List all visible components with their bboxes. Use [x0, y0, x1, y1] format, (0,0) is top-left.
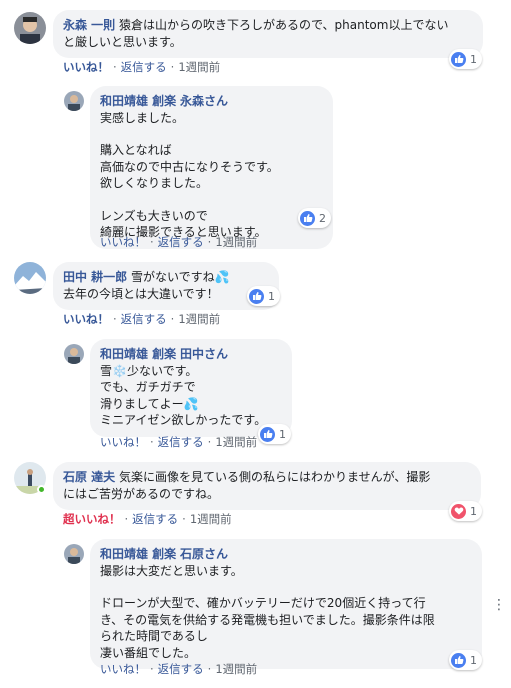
- avatar[interactable]: [14, 12, 46, 44]
- reaction-count: 2: [319, 211, 326, 225]
- heart-icon: [451, 503, 466, 519]
- like-link[interactable]: いいね！: [100, 435, 146, 449]
- reaction-count: 1: [268, 289, 275, 303]
- author-name[interactable]: 永森 一則: [63, 18, 115, 32]
- like-link[interactable]: いいね！: [63, 60, 109, 74]
- timestamp[interactable]: 1週間前: [215, 435, 257, 449]
- comment-text: 凄い番組でした。: [100, 645, 197, 660]
- reply-link[interactable]: 返信する: [121, 312, 167, 326]
- comment-text: 気楽に画像を見ている側の私らにはわかりませんが、撮影: [119, 470, 431, 484]
- reaction-summary[interactable]: 1: [247, 286, 280, 306]
- comment-text: 滑りましてよー💦: [100, 396, 199, 411]
- more-options-icon[interactable]: ⋮: [492, 598, 506, 612]
- reaction-summary[interactable]: 1: [449, 501, 482, 521]
- comment-actions: いいね！ · 返信する · 1週間前: [100, 662, 258, 676]
- comment-text: られた時間であるし: [100, 629, 208, 643]
- comment-actions: いいね！ · 返信する · 1週間前: [100, 235, 258, 249]
- mention[interactable]: 田中さん: [180, 347, 228, 361]
- mention[interactable]: 永森さん: [180, 94, 228, 108]
- comment-bubble: 和田靖雄 創楽 永森さん 実感しました。 購入となれば 高価なので中古になりそう…: [90, 86, 333, 249]
- reaction-count: 1: [470, 52, 477, 66]
- comment-actions: いいね！ · 返信する · 1週間前: [63, 312, 221, 326]
- timestamp[interactable]: 1週間前: [178, 312, 220, 326]
- thumbs-up-icon: [260, 426, 275, 442]
- thumbs-up-icon: [451, 652, 466, 668]
- reply-link[interactable]: 返信する: [158, 662, 204, 676]
- comment-text: 去年の今頃とは大違いです！: [63, 286, 219, 301]
- love-link[interactable]: 超いいね！: [63, 512, 121, 526]
- comment-actions: いいね！ · 返信する · 1週間前: [63, 60, 221, 74]
- comment-text: ドローンが大型で、確かバッテリーだけで20個近く持って行: [100, 596, 426, 610]
- like-link[interactable]: いいね！: [63, 312, 109, 326]
- timestamp[interactable]: 1週間前: [215, 662, 257, 676]
- thumbs-up-icon: [451, 51, 466, 67]
- online-status-indicator: [37, 485, 46, 494]
- avatar[interactable]: [64, 91, 84, 111]
- reply-link[interactable]: 返信する: [121, 60, 167, 74]
- comment-bubble: 石原 達夫 気楽に画像を見ている側の私らにはわかりませんが、撮影 にはご苦労があ…: [53, 462, 481, 510]
- timestamp[interactable]: 1週間前: [190, 512, 232, 526]
- comment-text: でも、ガチガチで: [100, 380, 196, 394]
- comment-text: レンズも大きいので: [100, 208, 208, 223]
- comment-text: ミニアイゼン欲しかったです。: [100, 413, 267, 427]
- author-name[interactable]: 石原 達夫: [63, 470, 115, 484]
- timestamp[interactable]: 1週間前: [215, 235, 257, 249]
- comment-text: 高価なので中古になりそうです。: [100, 159, 279, 174]
- author-name[interactable]: 和田靖雄 創楽: [100, 347, 176, 361]
- author-name[interactable]: 和田靖雄 創楽: [100, 547, 176, 561]
- comment-actions: いいね！ · 返信する · 1週間前: [100, 435, 258, 449]
- comment-text: 雪❄️少ないです。: [100, 363, 198, 378]
- author-name[interactable]: 和田靖雄 創楽: [100, 94, 176, 108]
- avatar[interactable]: [64, 544, 84, 564]
- reply-link[interactable]: 返信する: [158, 235, 204, 249]
- comment-text: 雪がないですね💦: [131, 270, 230, 284]
- comment-text: 猿倉は山からの吹き下ろしがあるので、phantom以上でない: [119, 18, 449, 32]
- thumbs-up-icon: [300, 210, 315, 226]
- reply-link[interactable]: 返信する: [132, 512, 178, 526]
- avatar[interactable]: [14, 262, 46, 294]
- comment-bubble: 永森 一則 猿倉は山からの吹き下ろしがあるので、phantom以上でない と厳し…: [53, 10, 483, 58]
- comment-text: にはご苦労があるのですね。: [63, 486, 220, 501]
- avatar[interactable]: [64, 344, 84, 364]
- comment-text: と厳しいと思います。: [63, 34, 182, 49]
- comment-bubble: 和田靖雄 創楽 石原さん 撮影は大変だと思います。 ドローンが大型で、確かバッテ…: [90, 539, 482, 669]
- like-link[interactable]: いいね！: [100, 662, 146, 676]
- comment-bubble: 和田靖雄 創楽 田中さん 雪❄️少ないです。 でも、ガチガチで 滑りましてよー💦…: [90, 339, 292, 437]
- reaction-summary[interactable]: 1: [449, 650, 482, 670]
- comment-bubble: 田中 耕一郎 雪がないですね💦 去年の今頃とは大違いです！: [53, 262, 279, 310]
- reaction-summary[interactable]: 1: [258, 424, 291, 444]
- reaction-summary[interactable]: 1: [449, 49, 482, 69]
- timestamp[interactable]: 1週間前: [178, 60, 220, 74]
- reaction-count: 1: [470, 504, 477, 518]
- reply-link[interactable]: 返信する: [158, 435, 204, 449]
- thumbs-up-icon: [249, 288, 264, 304]
- author-name[interactable]: 田中 耕一郎: [63, 270, 127, 284]
- comment-text: 実感しました。: [100, 110, 185, 125]
- comment-text: 購入となれば: [100, 143, 172, 157]
- reaction-count: 1: [470, 653, 477, 667]
- comment-text: 撮影は大変だと思います。: [100, 563, 243, 578]
- reaction-count: 1: [279, 427, 286, 441]
- reaction-summary[interactable]: 2: [298, 208, 331, 228]
- like-link[interactable]: いいね！: [100, 235, 146, 249]
- comment-actions: 超いいね！ · 返信する · 1週間前: [63, 512, 232, 526]
- comment-text: 欲しくなりました。: [100, 176, 209, 190]
- mention[interactable]: 石原さん: [180, 547, 228, 561]
- comment-text: き、その電気を供給する発電機も担いでました。撮影条件は限: [100, 612, 435, 627]
